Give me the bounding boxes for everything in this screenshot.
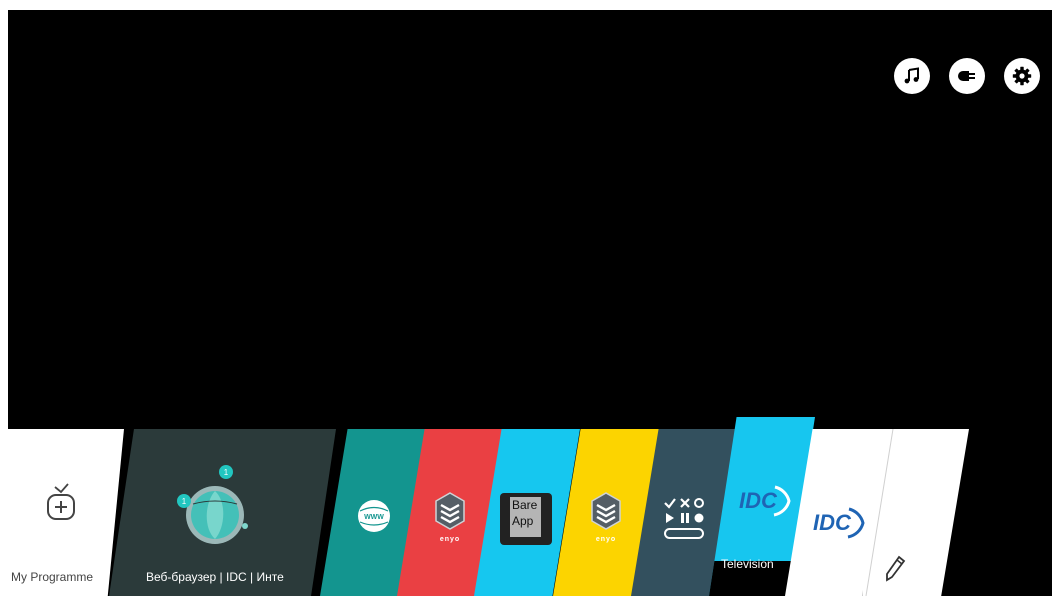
- pencil-icon: [886, 555, 906, 582]
- idc-logo: IDC: [739, 485, 791, 517]
- tv-add-icon: [47, 483, 75, 520]
- bare-app-icon: Bare App: [500, 493, 552, 545]
- music-icon[interactable]: [894, 58, 930, 94]
- svg-text:enyo: enyo: [440, 536, 460, 543]
- globe-illustration: 1 1: [177, 465, 248, 544]
- enyo-icon: enyo: [435, 492, 465, 543]
- television-label: Television: [721, 557, 774, 571]
- input-source-icon[interactable]: [949, 58, 985, 94]
- www-globe-icon: WWW: [358, 500, 390, 532]
- my-programmes-label: My Programme: [11, 570, 94, 584]
- svg-text:WWW: WWW: [364, 514, 384, 521]
- svg-text:1: 1: [224, 468, 229, 477]
- tv-screen: My Programme 1 1 Веб-браузер | IDC | Инт…: [8, 10, 1052, 596]
- remote-control-icon: [664, 498, 704, 539]
- web-browser-recent-tile[interactable]: 1 1 Веб-браузер | IDC | Инте: [109, 429, 336, 596]
- my-programmes-tile[interactable]: My Programme: [8, 429, 124, 596]
- svg-text:IDC: IDC: [739, 488, 778, 513]
- idc-logo: IDC: [813, 507, 865, 539]
- launcher-bar: My Programme 1 1 Веб-браузер | IDC | Инт…: [8, 417, 1052, 596]
- svg-text:IDC: IDC: [813, 510, 852, 535]
- svg-text:1: 1: [182, 497, 187, 506]
- web-browser-label: Веб-браузер | IDC | Инте: [146, 570, 284, 584]
- enyo-icon: enyo: [591, 492, 621, 543]
- settings-gear-icon[interactable]: [1004, 58, 1040, 94]
- svg-text:enyo: enyo: [596, 536, 616, 543]
